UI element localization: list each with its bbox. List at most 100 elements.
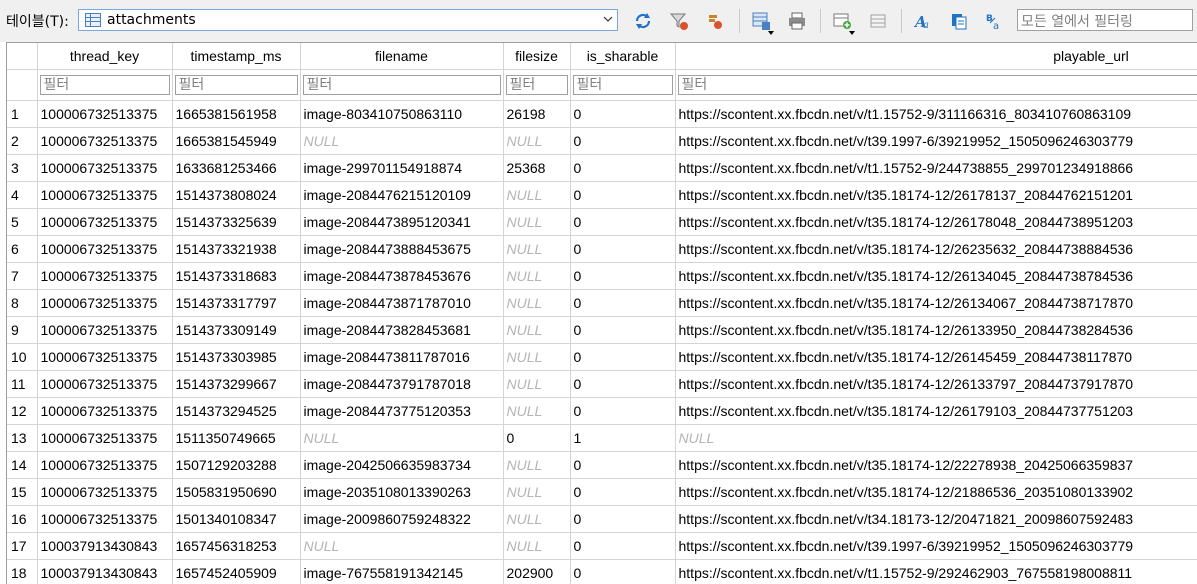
cell-timestamp-ms[interactable]: 1505831950690 [172,479,300,506]
cell-filename[interactable]: image-2035108013390263 [300,479,503,506]
cell-is-sharable[interactable]: 0 [570,155,675,182]
cell-playable-url[interactable]: https://scontent.xx.fbcdn.net/v/t35.1817… [675,317,1197,344]
cell-thread-key[interactable]: 100037913430843 [37,560,172,584]
cell-is-sharable[interactable]: 1 [570,425,675,452]
cell-is-sharable[interactable]: 0 [570,236,675,263]
cell-filesize[interactable]: NULL [503,317,570,344]
row-number[interactable]: 17 [7,533,37,560]
cell-playable-url[interactable]: https://scontent.xx.fbcdn.net/v/t39.1997… [675,128,1197,155]
cell-filename[interactable]: NULL [300,533,503,560]
cell-thread-key[interactable]: 100006732513375 [37,371,172,398]
cell-filesize[interactable]: NULL [503,533,570,560]
cell-playable-url[interactable]: https://scontent.xx.fbcdn.net/v/t34.1817… [675,506,1197,533]
cell-is-sharable[interactable]: 0 [570,290,675,317]
cell-filesize[interactable]: NULL [503,263,570,290]
format-icon[interactable] [948,10,970,32]
cell-filesize[interactable]: NULL [503,290,570,317]
cell-timestamp-ms[interactable]: 1657452405909 [172,560,300,584]
table-row[interactable]: 21000067325133751665381545949NULLNULL0ht… [7,128,1197,155]
table-row[interactable]: 181000379134308431657452405909image-7675… [7,560,1197,584]
cell-filename[interactable]: image-299701154918874 [300,155,503,182]
cell-thread-key[interactable]: 100006732513375 [37,479,172,506]
row-number[interactable]: 12 [7,398,37,425]
cell-playable-url[interactable]: https://scontent.xx.fbcdn.net/v/t35.1817… [675,371,1197,398]
clear-filters-icon[interactable] [668,10,690,32]
table-row[interactable]: 51000067325133751514373325639image-20844… [7,209,1197,236]
column-header[interactable]: playable_url [675,43,1197,70]
cell-timestamp-ms[interactable]: 1633681253466 [172,155,300,182]
cell-timestamp-ms[interactable]: 1657456318253 [172,533,300,560]
cell-playable-url[interactable]: https://scontent.xx.fbcdn.net/v/t35.1817… [675,344,1197,371]
cell-thread-key[interactable]: 100006732513375 [37,506,172,533]
cell-thread-key[interactable]: 100037913430843 [37,533,172,560]
table-row[interactable]: 91000067325133751514373309149image-20844… [7,317,1197,344]
cell-is-sharable[interactable]: 0 [570,452,675,479]
cell-is-sharable[interactable]: 0 [570,182,675,209]
cell-timestamp-ms[interactable]: 1501340108347 [172,506,300,533]
encoding-icon[interactable]: B a [984,10,1006,32]
cell-filesize[interactable]: NULL [503,371,570,398]
cell-thread-key[interactable]: 100006732513375 [37,155,172,182]
cell-playable-url[interactable]: https://scontent.xx.fbcdn.net/v/t35.1817… [675,452,1197,479]
save-filter-icon[interactable] [750,10,772,32]
cell-filename[interactable]: image-767558191342145 [300,560,503,584]
cell-is-sharable[interactable]: 0 [570,128,675,155]
row-number[interactable]: 3 [7,155,37,182]
cell-filename[interactable]: image-803410750863110 [300,101,503,128]
cell-timestamp-ms[interactable]: 1514373299667 [172,371,300,398]
cell-timestamp-ms[interactable]: 1665381561958 [172,101,300,128]
row-number[interactable]: 16 [7,506,37,533]
cell-filesize[interactable]: NULL [503,398,570,425]
cell-filename[interactable]: image-2009860759248322 [300,506,503,533]
cell-is-sharable[interactable]: 0 [570,263,675,290]
cell-thread-key[interactable]: 100006732513375 [37,128,172,155]
cell-filename[interactable]: image-2042506635983734 [300,452,503,479]
new-record-dropdown-icon[interactable] [849,31,855,35]
cell-playable-url[interactable]: https://scontent.xx.fbcdn.net/v/t35.1817… [675,263,1197,290]
cell-is-sharable[interactable]: 0 [570,533,675,560]
cell-timestamp-ms[interactable]: 1511350749665 [172,425,300,452]
cell-thread-key[interactable]: 100006732513375 [37,209,172,236]
table-row[interactable]: 41000067325133751514373808024image-20844… [7,182,1197,209]
cell-thread-key[interactable]: 100006732513375 [37,452,172,479]
table-row[interactable]: 121000067325133751514373294525image-2084… [7,398,1197,425]
row-number[interactable]: 13 [7,425,37,452]
cell-timestamp-ms[interactable]: 1514373808024 [172,182,300,209]
column-header[interactable]: is_sharable [570,43,675,70]
row-number[interactable]: 9 [7,317,37,344]
column-header[interactable]: filesize [503,43,570,70]
cell-is-sharable[interactable]: 0 [570,317,675,344]
cell-timestamp-ms[interactable]: 1514373321938 [172,236,300,263]
cell-filename[interactable]: image-2084476215120109 [300,182,503,209]
cell-timestamp-ms[interactable]: 1665381545949 [172,128,300,155]
cell-filename[interactable]: image-2084473895120341 [300,209,503,236]
cell-thread-key[interactable]: 100006732513375 [37,101,172,128]
row-number[interactable]: 1 [7,101,37,128]
cell-playable-url[interactable]: https://scontent.xx.fbcdn.net/v/t1.15752… [675,155,1197,182]
row-number[interactable]: 4 [7,182,37,209]
cell-timestamp-ms[interactable]: 1514373318683 [172,263,300,290]
print-icon[interactable] [786,10,808,32]
cell-filesize[interactable]: NULL [503,344,570,371]
cell-playable-url[interactable]: https://scontent.xx.fbcdn.net/v/t35.1817… [675,398,1197,425]
row-number[interactable]: 15 [7,479,37,506]
cell-playable-url[interactable]: https://scontent.xx.fbcdn.net/v/t35.1817… [675,290,1197,317]
cell-filename[interactable]: image-2084473878453676 [300,263,503,290]
cell-filesize[interactable]: NULL [503,209,570,236]
cell-timestamp-ms[interactable]: 1514373317797 [172,290,300,317]
table-row[interactable]: 11000067325133751665381561958image-80341… [7,101,1197,128]
cell-filename[interactable]: image-2084473791787018 [300,371,503,398]
row-number[interactable]: 5 [7,209,37,236]
cell-thread-key[interactable]: 100006732513375 [37,182,172,209]
cell-filename[interactable]: image-2084473811787016 [300,344,503,371]
column-header[interactable]: thread_key [37,43,172,70]
delete-record-icon[interactable] [867,10,889,32]
cell-filename[interactable]: image-2084473888453675 [300,236,503,263]
cell-thread-key[interactable]: 100006732513375 [37,317,172,344]
cell-playable-url[interactable]: https://scontent.xx.fbcdn.net/v/t35.1817… [675,182,1197,209]
cell-playable-url[interactable]: https://scontent.xx.fbcdn.net/v/t35.1817… [675,209,1197,236]
table-row[interactable]: 151000067325133751505831950690image-2035… [7,479,1197,506]
row-number[interactable]: 6 [7,236,37,263]
cell-thread-key[interactable]: 100006732513375 [37,290,172,317]
cell-timestamp-ms[interactable]: 1514373309149 [172,317,300,344]
